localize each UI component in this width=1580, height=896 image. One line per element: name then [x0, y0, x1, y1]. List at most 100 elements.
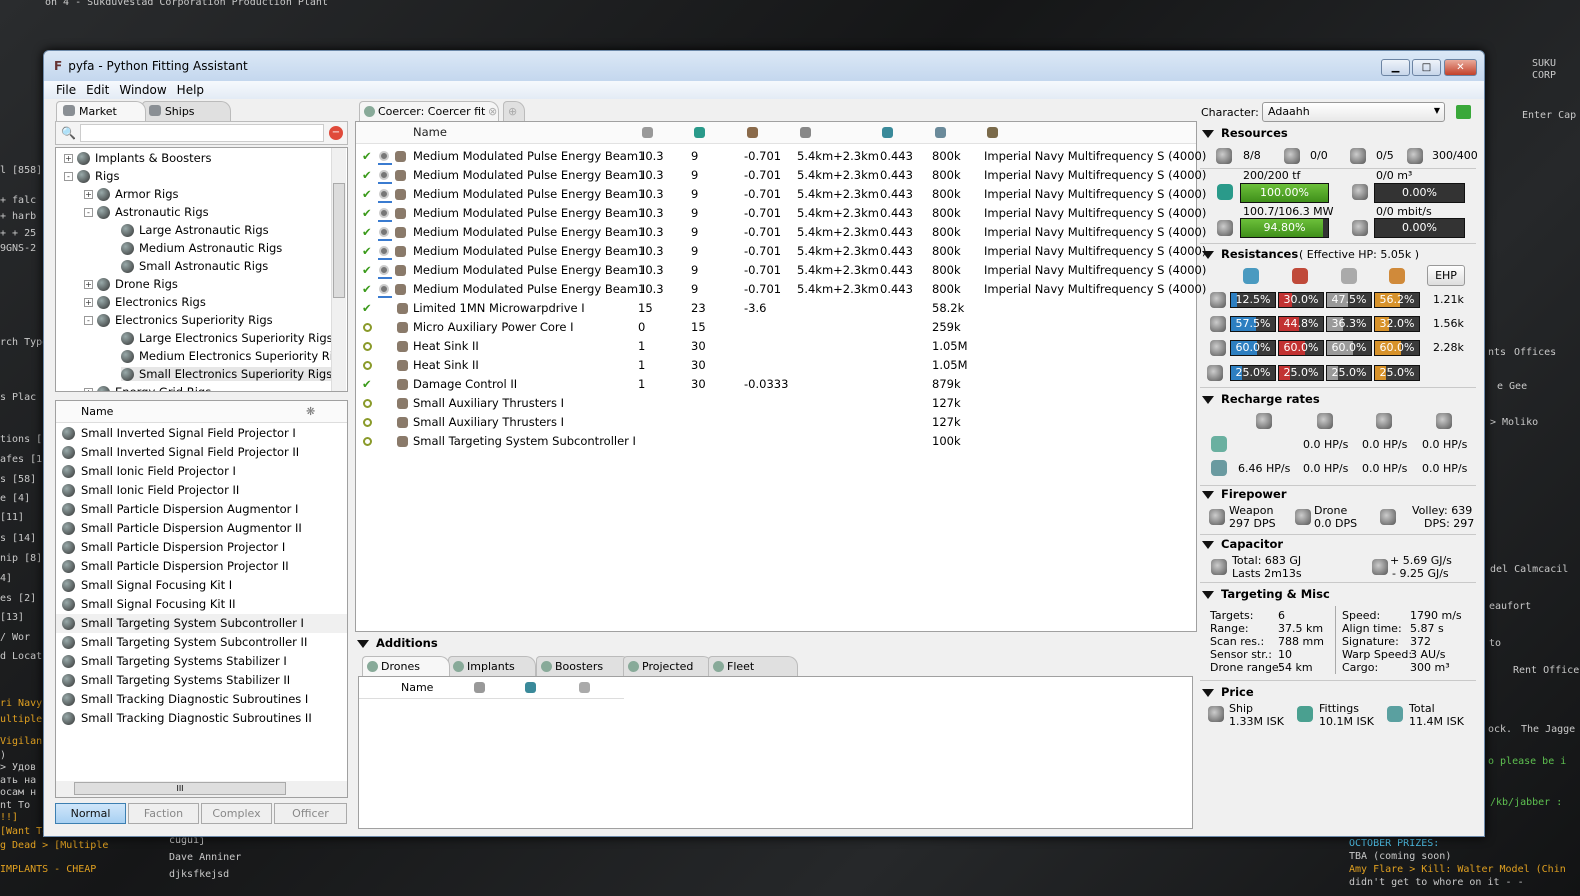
module-active-icon[interactable]: ✔: [362, 375, 372, 394]
ehp-toggle-button[interactable]: EHP: [1427, 265, 1465, 286]
recharge-header[interactable]: Recharge rates: [1202, 392, 1320, 406]
tab-drones[interactable]: Drones: [362, 656, 450, 676]
tree-item[interactable]: + Armor Rigs: [84, 187, 179, 201]
maximize-button[interactable]: □: [1412, 59, 1441, 76]
module-offline-icon[interactable]: [363, 342, 372, 351]
tab-boosters[interactable]: Boosters: [536, 656, 632, 676]
tree-scrollbar[interactable]: [331, 148, 346, 391]
tab-projected[interactable]: Projected: [623, 656, 713, 676]
clear-search-icon[interactable]: −: [329, 126, 343, 140]
column-name[interactable]: Name: [81, 405, 113, 418]
market-item[interactable]: Small Signal Focusing Kit II: [56, 595, 347, 614]
tracking-column-icon[interactable]: [882, 127, 893, 138]
expand-toggle-icon[interactable]: -: [64, 172, 73, 181]
market-item[interactable]: Small Signal Focusing Kit I: [56, 576, 347, 595]
module-row[interactable]: ✔ Medium Modulated Pulse Energy Beam I 10.…: [356, 223, 1206, 242]
menu-window[interactable]: Window: [117, 81, 174, 99]
skills-refresh-icon[interactable]: [1456, 105, 1471, 119]
column-name[interactable]: Name: [413, 122, 447, 142]
module-active-icon[interactable]: ✔: [362, 204, 372, 223]
market-item[interactable]: Small Tracking Diagnostic Subroutines I: [56, 690, 347, 709]
market-item[interactable]: Small Ionic Field Projector II: [56, 481, 347, 500]
module-row[interactable]: Heat Sink II 1 30 1.05M: [356, 337, 1196, 356]
cpu-column-icon[interactable]: [642, 127, 653, 138]
meta-normal-button[interactable]: Normal: [55, 803, 126, 824]
module-row[interactable]: Heat Sink II 1 30 1.05M: [356, 356, 1196, 375]
expand-toggle-icon[interactable]: +: [84, 298, 93, 307]
tree-item[interactable]: Large Astronautic Rigs: [121, 223, 269, 237]
module-row[interactable]: ✔ Medium Modulated Pulse Energy Beam I 10.…: [356, 185, 1206, 204]
tab-fit[interactable]: Coercer: Coercer fit ⊗: [359, 101, 499, 121]
module-row[interactable]: ✔ Medium Modulated Pulse Energy Beam I 10.…: [356, 204, 1206, 223]
tree-item[interactable]: + Energy Grid Rigs: [84, 385, 211, 391]
module-offline-icon[interactable]: [363, 437, 372, 446]
expand-toggle-icon[interactable]: +: [84, 388, 93, 391]
charge-column-icon[interactable]: [987, 127, 998, 138]
module-state-icon[interactable]: [379, 189, 389, 199]
menu-file[interactable]: File: [54, 81, 84, 99]
cpu-column-icon[interactable]: ❋: [306, 405, 315, 418]
module-row[interactable]: ✔ Medium Modulated Pulse Energy Beam I 10.…: [356, 261, 1206, 280]
range-column-icon[interactable]: [800, 127, 811, 138]
module-active-icon[interactable]: ✔: [362, 147, 372, 166]
module-active-icon[interactable]: ✔: [362, 299, 372, 318]
expand-toggle-icon[interactable]: +: [84, 190, 93, 199]
tree-item[interactable]: - Electronics Superiority Rigs: [84, 313, 273, 327]
market-item[interactable]: Small Targeting Systems Stabilizer II: [56, 671, 347, 690]
module-state-icon[interactable]: [379, 246, 389, 256]
tab-ships[interactable]: Ships: [141, 101, 231, 121]
expand-toggle-icon[interactable]: -: [84, 208, 93, 217]
price-header[interactable]: Price: [1202, 685, 1254, 699]
module-active-icon[interactable]: ✔: [362, 280, 372, 299]
hscroll-thumb[interactable]: III: [74, 782, 286, 795]
module-row[interactable]: ✔ Damage Control II 1 30 -0.0333 879k: [356, 375, 1196, 394]
module-offline-icon[interactable]: [363, 418, 372, 427]
module-active-icon[interactable]: ✔: [362, 242, 372, 261]
module-row[interactable]: ✔ Medium Modulated Pulse Energy Beam I 10.…: [356, 242, 1206, 261]
module-active-icon[interactable]: ✔: [362, 185, 372, 204]
market-item[interactable]: Small Targeting System Subcontroller I: [56, 614, 347, 633]
tree-item[interactable]: + Drone Rigs: [84, 277, 178, 291]
module-row[interactable]: Micro Auxiliary Power Core I 0 15 259k: [356, 318, 1196, 337]
tree-item[interactable]: + Electronics Rigs: [84, 295, 206, 309]
tree-item[interactable]: Large Electronics Superiority Rigs: [121, 331, 333, 345]
capacitor-header[interactable]: Capacitor: [1202, 537, 1283, 551]
tab-fleet[interactable]: Fleet: [708, 656, 798, 676]
meta-faction-button[interactable]: Faction: [128, 803, 199, 824]
module-row[interactable]: ✔ Medium Modulated Pulse Energy Beam I 10.…: [356, 166, 1206, 185]
market-item[interactable]: Small Inverted Signal Field Projector II: [56, 443, 347, 462]
market-item[interactable]: Small Particle Dispersion Augmentor I: [56, 500, 347, 519]
column-name[interactable]: Name: [401, 681, 433, 694]
capacitor-column-icon[interactable]: [747, 127, 758, 138]
market-item[interactable]: Small Particle Dispersion Projector I: [56, 538, 347, 557]
firepower-header[interactable]: Firepower: [1202, 487, 1287, 501]
tree-scroll-thumb[interactable]: [333, 183, 345, 298]
module-offline-icon[interactable]: [363, 361, 372, 370]
resistances-header[interactable]: Resistances: [1202, 247, 1298, 261]
module-row[interactable]: Small Auxiliary Thrusters I 127k: [356, 394, 1196, 413]
market-item[interactable]: Small Ionic Field Projector I: [56, 462, 347, 481]
close-tab-icon[interactable]: ⊗: [488, 102, 497, 122]
market-item[interactable]: Small Inverted Signal Field Projector I: [56, 424, 347, 443]
tab-implants[interactable]: Implants: [448, 656, 536, 676]
expand-toggle-icon[interactable]: +: [64, 154, 73, 163]
minimize-button[interactable]: ▁: [1381, 59, 1410, 76]
tree-item[interactable]: Small Electronics Superiority Rigs: [121, 367, 333, 381]
powergrid-column-icon[interactable]: [694, 127, 705, 138]
targeting-header[interactable]: Targeting & Misc: [1202, 587, 1330, 601]
module-row[interactable]: ✔ Medium Modulated Pulse Energy Beam I 10.…: [356, 147, 1206, 166]
expand-toggle-icon[interactable]: +: [84, 280, 93, 289]
tree-item[interactable]: Small Astronautic Rigs: [121, 259, 268, 273]
market-item[interactable]: Small Particle Dispersion Augmentor II: [56, 519, 347, 538]
speed-column-icon[interactable]: [579, 682, 590, 693]
menu-help[interactable]: Help: [175, 81, 212, 99]
meta-complex-button[interactable]: Complex: [201, 803, 272, 824]
menu-edit[interactable]: Edit: [84, 81, 117, 99]
range-column-icon[interactable]: [474, 682, 485, 693]
module-row[interactable]: ✔ Medium Modulated Pulse Energy Beam I 10.…: [356, 280, 1206, 299]
module-state-icon[interactable]: [379, 151, 389, 161]
module-active-icon[interactable]: ✔: [362, 166, 372, 185]
character-select[interactable]: Adaahh ▼: [1262, 102, 1445, 122]
close-button[interactable]: ✕: [1444, 59, 1477, 76]
new-tab-button[interactable]: ⊕: [503, 101, 525, 121]
